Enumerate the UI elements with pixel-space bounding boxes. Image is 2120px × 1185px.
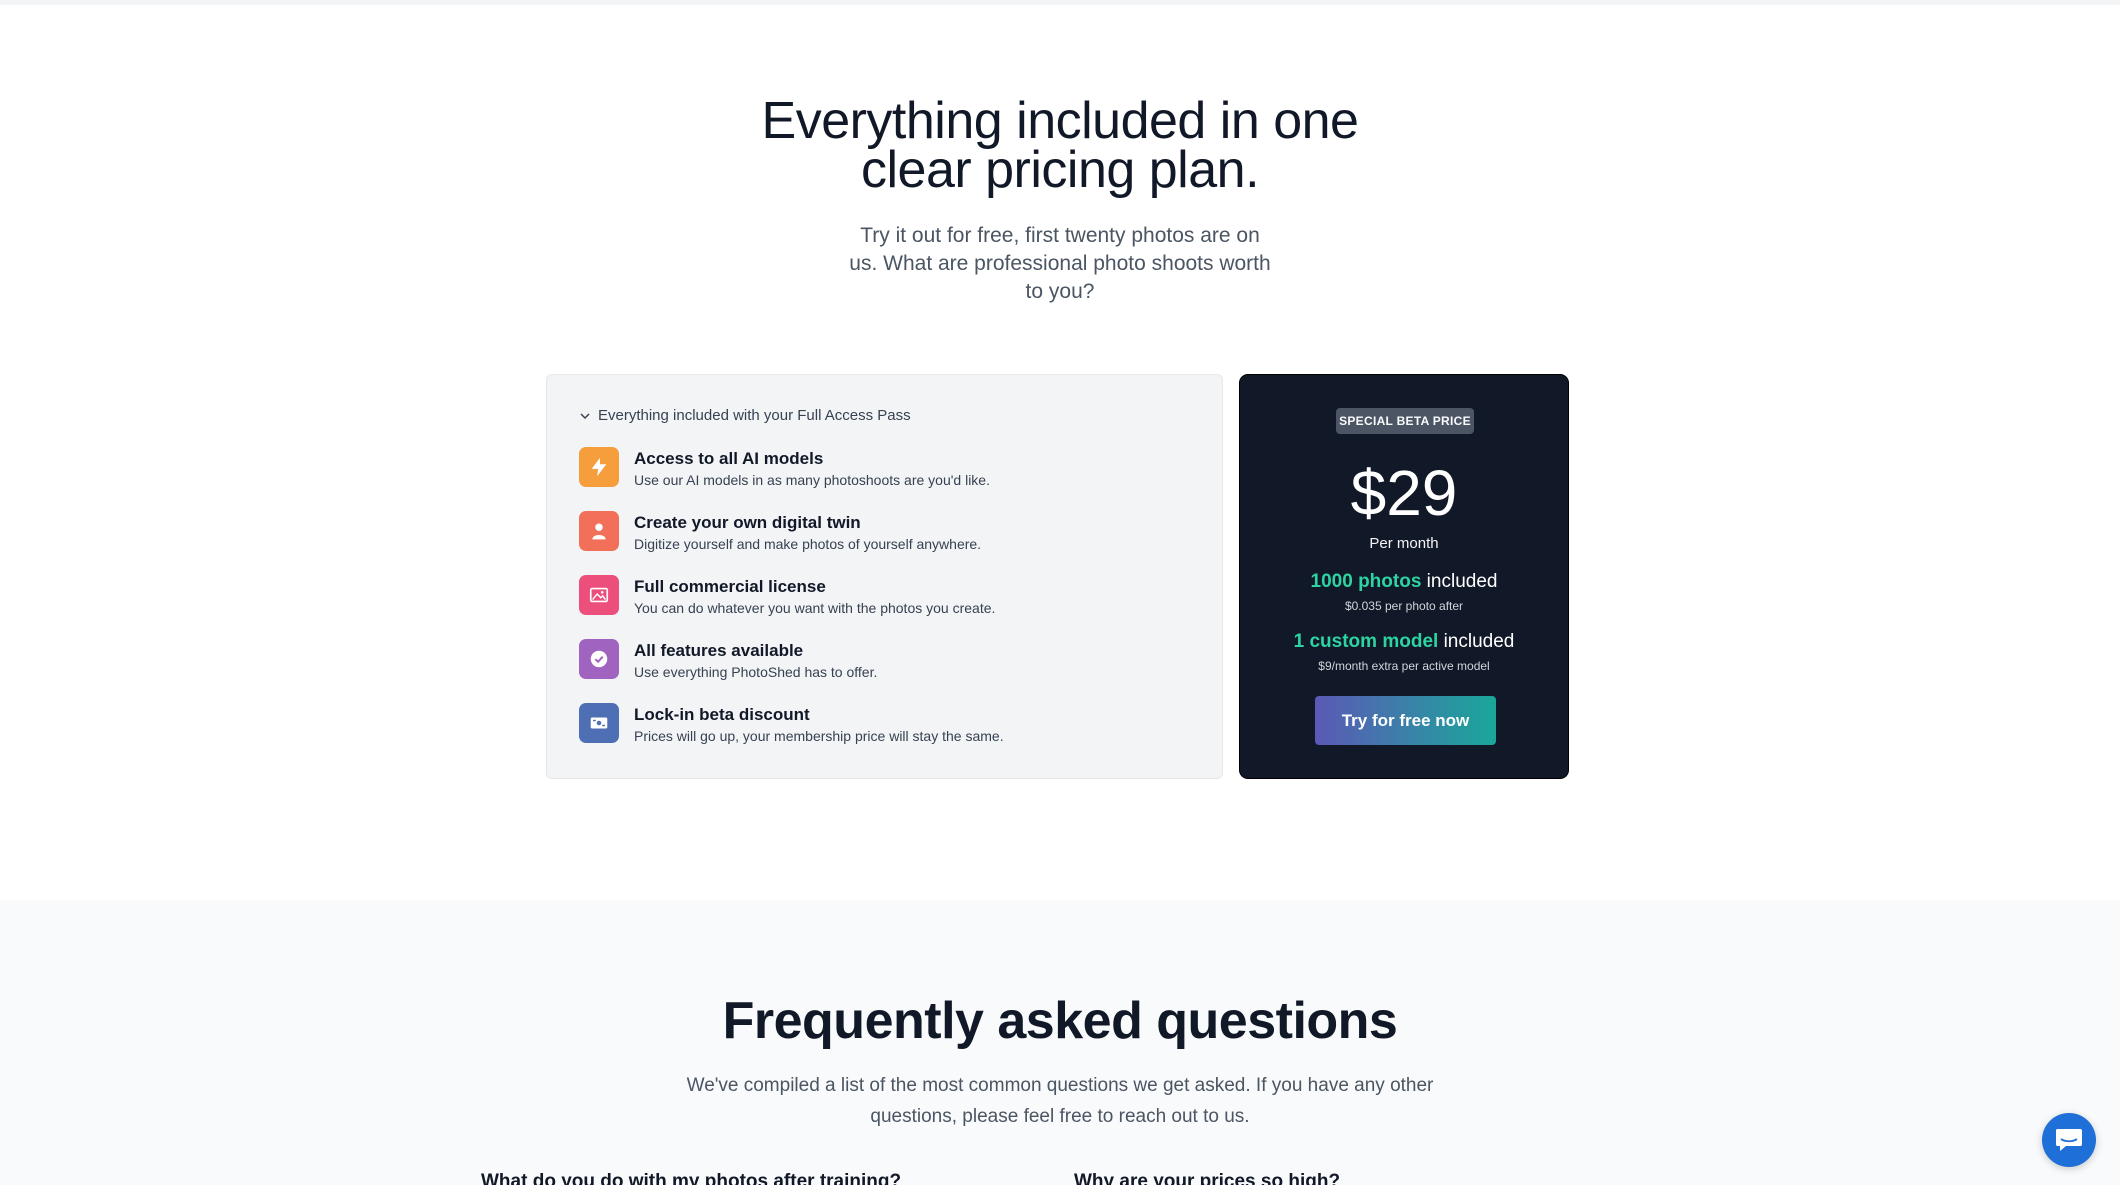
chevron-down-icon <box>580 412 590 419</box>
try-for-free-button[interactable]: Try for free now <box>1315 696 1496 745</box>
feature-title: Full commercial license <box>634 577 826 596</box>
feature-title: All features available <box>634 641 804 660</box>
faq-question[interactable]: What do you do with my photos after trai… <box>481 1171 901 1185</box>
price-amount: $29 <box>1350 457 1458 529</box>
feature-description: Use everything PhotoShed has to offer. <box>634 664 878 680</box>
features-card: Everything included with your Full Acces… <box>546 374 1223 779</box>
pricing-subtitle: Try it out for free, first twenty photos… <box>849 224 1271 303</box>
feature-description: Digitize yourself and make photos of you… <box>634 536 982 552</box>
feature-description: You can do whatever you want with the ph… <box>634 600 996 616</box>
faq-subtitle: We've compiled a list of the most common… <box>686 1075 1434 1127</box>
faq-question[interactable]: Why are your prices so high? <box>1074 1171 1340 1185</box>
feature-item-digital-twin: Create your own digital twin Digitize yo… <box>579 511 981 554</box>
user-icon <box>579 511 619 551</box>
feature-title: Access to all AI models <box>634 449 824 468</box>
lightning-icon <box>579 447 619 487</box>
badge-check-icon <box>579 639 619 679</box>
pricing-section: Everything included in one clear pricing… <box>0 5 2120 900</box>
special-beta-badge: SPECIAL BETA PRICE <box>1336 408 1474 434</box>
chat-bubble-icon <box>2056 1129 2082 1151</box>
feature-item-commercial-license: Full commercial license You can do whate… <box>579 575 995 618</box>
feature-description: Use our AI models in as many photoshoots… <box>634 472 990 488</box>
faq-title: Frequently asked questions <box>722 992 1398 1050</box>
features-toggle-label: Everything included with your Full Acces… <box>598 407 911 424</box>
feature-item-beta-discount: Lock-in beta discount Prices will go up,… <box>579 703 1004 746</box>
model-overage-note: $9/month extra per active model <box>1318 659 1490 673</box>
features-toggle[interactable]: Everything included with your Full Acces… <box>579 407 911 424</box>
faq-section: Frequently asked questions We've compile… <box>0 900 2120 1185</box>
photos-included: 1000 photos included <box>1310 571 1498 592</box>
image-icon <box>579 575 619 615</box>
model-included: 1 custom model included <box>1293 631 1515 652</box>
feature-description: Prices will go up, your membership price… <box>634 728 1004 744</box>
feature-title: Create your own digital twin <box>634 513 861 532</box>
price-period: Per month <box>1369 535 1439 552</box>
feature-item-all-features: All features available Use everything Ph… <box>579 639 877 682</box>
price-card: SPECIAL BETA PRICE $29 Per month 1000 ph… <box>1239 374 1569 779</box>
pricing-title: Everything included in one clear pricing… <box>761 92 1359 199</box>
feature-item-ai-models: Access to all AI models Use our AI model… <box>579 447 990 490</box>
photos-overage-note: $0.035 per photo after <box>1344 599 1464 613</box>
ticket-icon <box>579 703 619 743</box>
feature-title: Lock-in beta discount <box>634 705 810 724</box>
chat-widget-button[interactable] <box>2042 1113 2096 1167</box>
